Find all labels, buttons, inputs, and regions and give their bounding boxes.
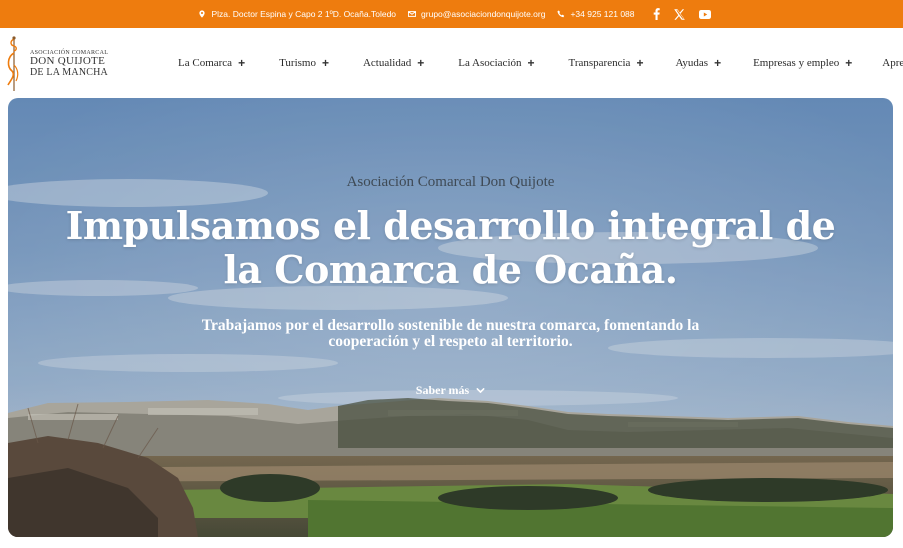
nav-label: Transparencia [568,57,631,69]
plus-icon: + [714,56,722,70]
nav-label: La Asociación [458,57,522,69]
plus-icon: + [417,56,425,70]
nav-item-aprende-ia[interactable]: Aprende IA [882,57,903,69]
main-navigation: La Comarca + Turismo + Actualidad + La Asoc… [178,28,903,98]
hero-banner: Asociación Comarcal Don Quijote Impulsam… [8,98,893,537]
hero-eyebrow: Asociación Comarcal Don Quijote [346,174,555,190]
plus-icon: + [321,56,329,70]
phone-item[interactable]: +34 925 121 088 [557,9,635,19]
cta-label: Saber más [415,382,470,397]
don-quijote-logo-icon [7,36,19,91]
hero-headline: Impulsamos el desarrollo integral de la … [65,203,836,292]
email-link[interactable]: grupo@asociaciondonquijote.org [421,9,545,19]
logo-line-3: DE LA MANCHA [30,66,108,78]
nav-item-turismo[interactable]: Turismo + [279,56,329,70]
nav-label: Ayudas [675,57,709,69]
social-links [653,8,711,20]
top-contact-bar: Plza. Doctor Espina y Capo 2 1ºD. Ocaña.… [0,0,903,28]
youtube-icon[interactable] [698,9,711,19]
plus-icon: + [238,56,246,70]
plus-icon: + [527,56,535,70]
nav-label: Aprende IA [882,57,903,69]
site-header: Asociación Comarcal DON QUIJOTE DE LA MA… [0,28,903,98]
chevron-down-icon [476,387,485,393]
nav-label: Actualidad [362,57,412,69]
address-text: Plza. Doctor Espina y Capo 2 1ºD. Ocaña.… [211,9,397,19]
logo-wordmark: Asociación Comarcal DON QUIJOTE DE LA MA… [30,50,108,78]
nav-item-empresas-y-empleo[interactable]: Empresas y empleo + [753,56,852,70]
map-pin-icon [199,10,206,18]
email-item[interactable]: grupo@asociaciondonquijote.org [408,9,545,19]
nav-item-actualidad[interactable]: Actualidad + [363,56,424,70]
site-logo[interactable]: Asociación Comarcal DON QUIJOTE DE LA MA… [4,34,124,94]
envelope-icon [408,11,417,17]
plus-icon: + [845,56,853,70]
nav-item-ayudas[interactable]: Ayudas + [675,56,721,70]
x-twitter-icon[interactable] [673,8,685,20]
nav-item-transparencia[interactable]: Transparencia + [569,56,644,70]
nav-item-la-asociacion[interactable]: La Asociación + [458,56,534,70]
facebook-icon[interactable] [653,8,660,20]
address-item: Plza. Doctor Espina y Capo 2 1ºD. Ocaña.… [198,9,396,19]
nav-label: La Comarca [178,57,233,69]
hero-subline: Trabajamos por el desarrollo sostenible … [201,317,700,350]
plus-icon: + [636,56,644,70]
phone-link[interactable]: +34 925 121 088 [570,9,634,19]
nav-label: Empresas y empleo [753,57,840,69]
nav-label: Turismo [279,57,316,69]
logo-line-2: DON QUIJOTE [30,55,106,68]
nav-item-la-comarca[interactable]: La Comarca + [178,56,245,70]
phone-icon [557,10,565,18]
saber-mas-button[interactable]: Saber más [408,381,493,399]
